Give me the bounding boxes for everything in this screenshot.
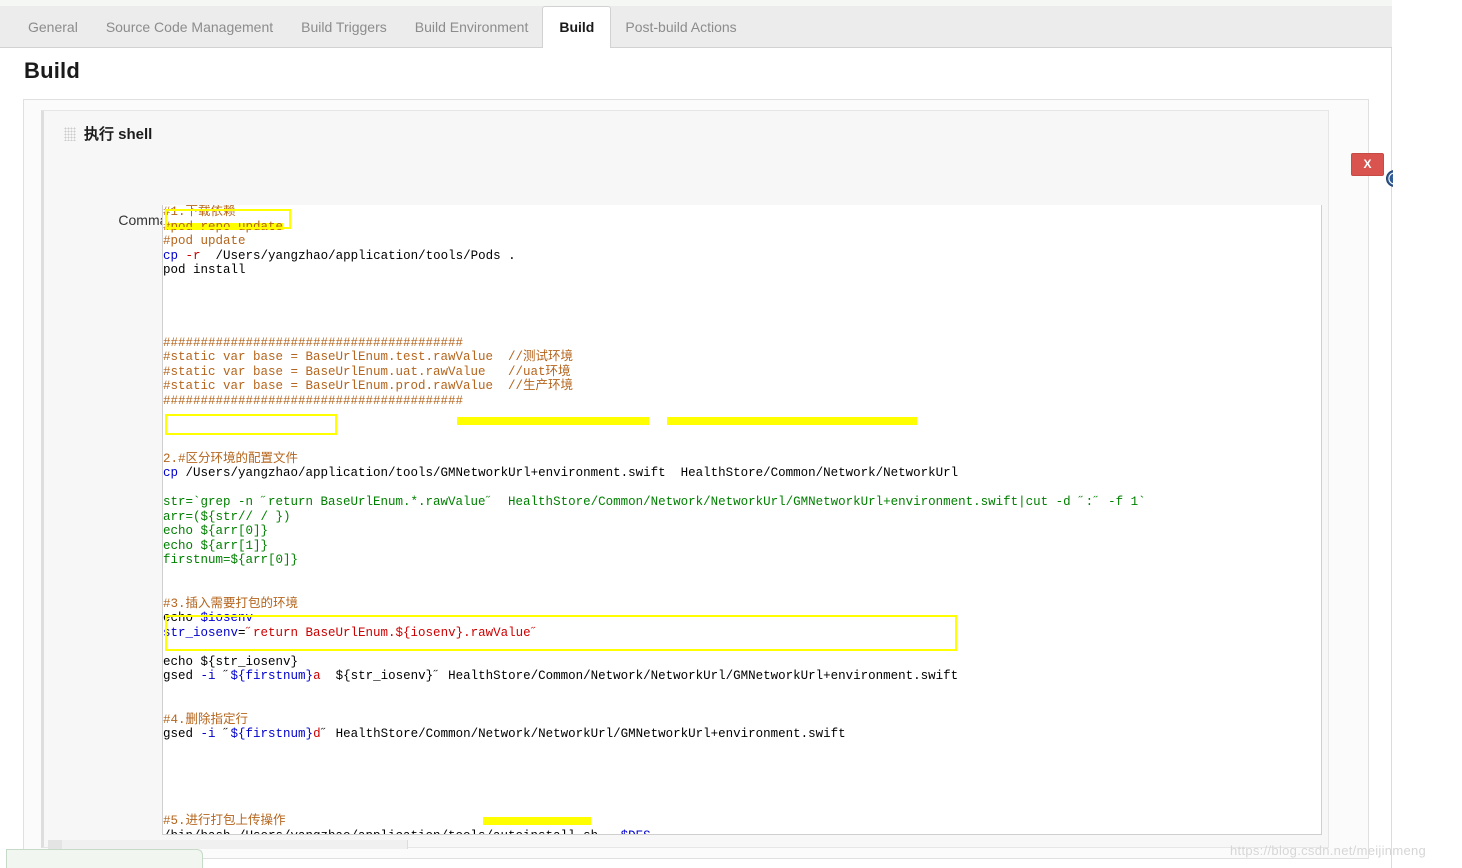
delete-builder-button[interactable]: X <box>1351 153 1384 176</box>
code-line: /bin/bash /Users/yangzhao/application/to… <box>163 829 1146 835</box>
tab-source-code-management[interactable]: Source Code Management <box>92 6 287 48</box>
command-textarea[interactable]: #1.下载依赖 #pod repo update #pod update cp -r … <box>162 205 1322 835</box>
builder-title: 执行 shell <box>84 126 153 143</box>
code-line: #static var base = BaseUrlEnum.prod.rawV… <box>163 379 574 393</box>
code-line: cp /Users/yangzhao/application/tools/GMN… <box>163 466 959 480</box>
bottom-bar-fragment-right <box>62 840 408 849</box>
code-line: ######################################## <box>163 393 464 408</box>
config-tab-bar: General Source Code Management Build Trigg… <box>0 6 1392 49</box>
code-line: echo $iosenv <box>163 611 254 625</box>
tab-post-build-actions[interactable]: Post-build Actions <box>611 6 750 48</box>
code-line: gsed -i ˝${firstnum}d˝ HealthStore/Commo… <box>163 727 846 741</box>
code-line: gsed -i ˝${firstnum}a ${str_iosenv}˝ Hea… <box>163 669 959 683</box>
code-line: firstnum=${arr[0]} <box>163 553 299 567</box>
bottom-bar-fragment-left <box>48 840 62 849</box>
execute-shell-builder: 执行 shell Command #1.下载依赖 #pod repo update… <box>41 110 1329 848</box>
code-line: #static var base = BaseUrlEnum.uat.rawVa… <box>163 364 571 379</box>
build-steps-panel: 执行 shell Command #1.下载依赖 #pod repo update… <box>23 99 1403 859</box>
tab-list: General Source Code Management Build Trigg… <box>14 6 751 49</box>
code-line: pod install <box>163 263 246 277</box>
tab-general[interactable]: General <box>14 6 92 48</box>
page-title: Build <box>24 58 80 83</box>
page-body: Build 执行 shell Command #1.下载依赖 #pod repo … <box>0 48 1403 868</box>
code-line: echo ${arr[1]} <box>163 538 269 553</box>
right-gutter <box>1393 0 1462 868</box>
code-line: str=`grep -n ˝return BaseUrlEnum.*.rawVa… <box>163 495 1146 509</box>
code-line: str_iosenv=˝return BaseUrlEnum.${iosenv}… <box>163 625 539 640</box>
code-line: cp -r /Users/yangzhao/application/tools/… <box>163 248 516 263</box>
code-line: #pod update <box>163 234 246 248</box>
tab-build-environment[interactable]: Build Environment <box>401 6 543 48</box>
code-line: 2.#区分环境的配置文件 <box>163 451 299 466</box>
code-line: #static var base = BaseUrlEnum.test.rawV… <box>163 350 574 364</box>
code-line: #5.进行打包上传操作 <box>163 814 286 828</box>
jenkins-job-config-page: General Source Code Management Build Trigg… <box>0 0 1462 868</box>
code-line: echo ${arr[0]} <box>163 524 269 538</box>
code-line: #1.下载依赖 <box>163 205 236 219</box>
code-line: ######################################## <box>163 335 464 350</box>
watermark-text: https://blog.csdn.net/meijinmeng <box>1230 843 1427 858</box>
code-line: #3.插入需要打包的环境 <box>163 596 299 611</box>
tab-build[interactable]: Build <box>542 6 612 49</box>
code-line: echo ${str_iosenv} <box>163 654 299 669</box>
command-code-content: #1.下载依赖 #pod repo update #pod update cp -r … <box>163 205 1146 835</box>
bottom-notification-bar <box>6 849 203 868</box>
tab-build-triggers[interactable]: Build Triggers <box>287 6 401 48</box>
code-line: arr=(${str// / }) <box>163 509 291 524</box>
code-line: #pod repo update <box>163 219 284 234</box>
drag-handle-icon[interactable] <box>64 127 76 141</box>
code-line: #4.删除指定行 <box>163 712 249 727</box>
